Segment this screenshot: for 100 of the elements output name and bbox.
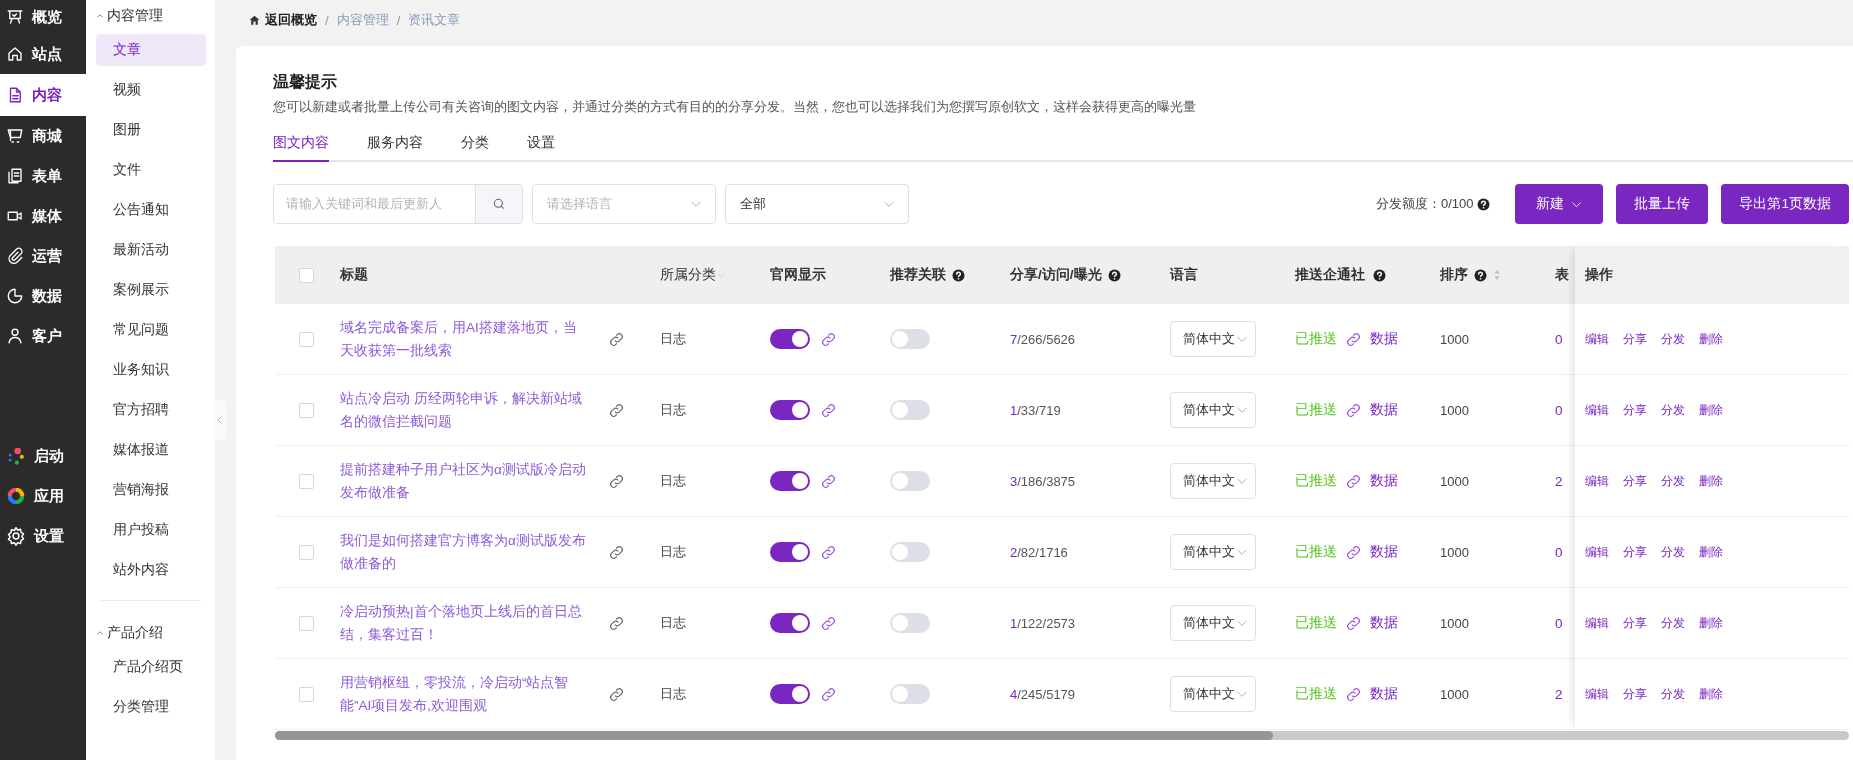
toggle-switch[interactable] <box>770 613 810 633</box>
menu-item[interactable]: 产品介绍页 <box>96 651 206 683</box>
form-count-link[interactable]: 0 <box>1555 615 1563 631</box>
nav-item[interactable]: 运营 <box>0 236 86 276</box>
action-link[interactable]: 分发 <box>1661 614 1685 632</box>
nav-item[interactable]: 表单 <box>0 156 86 196</box>
link-icon[interactable] <box>608 614 625 632</box>
checkbox[interactable] <box>299 402 314 418</box>
action-link[interactable]: 分享 <box>1623 330 1647 348</box>
link-icon[interactable] <box>820 472 837 490</box>
link-icon[interactable] <box>1345 472 1362 490</box>
link-icon[interactable] <box>1345 401 1362 419</box>
checkbox[interactable] <box>299 473 314 489</box>
article-link[interactable]: 站点冷启动 历经两轮申诉，解决新站域名的微信拦截问题 <box>340 387 588 433</box>
menu-item[interactable]: 用户投稿 <box>96 514 206 546</box>
action-link[interactable]: 编辑 <box>1585 543 1609 561</box>
action-link[interactable]: 编辑 <box>1585 401 1609 419</box>
link-icon[interactable] <box>1345 543 1362 561</box>
nav-item[interactable]: 启动 <box>0 436 86 476</box>
link-icon[interactable] <box>608 472 625 490</box>
select-field[interactable]: 简体中文 <box>1170 321 1256 357</box>
menu-item[interactable]: 媒体报道 <box>96 434 206 466</box>
search-field[interactable]: 请输入关键词和最后更新人 <box>273 184 523 224</box>
form-count-link[interactable]: 2 <box>1555 473 1563 489</box>
action-link[interactable]: 删除 <box>1699 614 1723 632</box>
select-field[interactable]: 简体中文 <box>1170 676 1256 712</box>
action-link[interactable]: 分享 <box>1623 614 1647 632</box>
action-link[interactable]: 编辑 <box>1585 685 1609 703</box>
link-icon[interactable] <box>608 401 625 419</box>
nav-item[interactable]: 数据 <box>0 276 86 316</box>
data-link[interactable]: 数据 <box>1370 543 1398 561</box>
link-icon[interactable] <box>820 330 837 348</box>
action-link[interactable]: 分发 <box>1661 472 1685 490</box>
tab[interactable]: 服务内容 <box>367 125 423 162</box>
menu-item[interactable]: 视频 <box>96 74 206 106</box>
action-link[interactable]: 删除 <box>1699 472 1723 490</box>
menu-item[interactable]: 常见问题 <box>96 314 206 346</box>
select-field[interactable]: 全部 <box>725 184 909 224</box>
link-icon[interactable] <box>820 685 837 703</box>
home-icon[interactable] <box>248 13 261 27</box>
action-link[interactable]: 编辑 <box>1585 614 1609 632</box>
article-link[interactable]: 用营销枢纽，零投流，冷启动“站点智能”AI项目发布,欢迎围观 <box>340 671 588 717</box>
article-link[interactable]: 域名完成备案后，用AI搭建落地页，当天收获第一批线索 <box>340 316 588 362</box>
form-count-link[interactable]: 0 <box>1555 544 1563 560</box>
tab[interactable]: 设置 <box>527 125 555 162</box>
nav-item[interactable]: 应用 <box>0 476 86 516</box>
menu-item[interactable]: 官方招聘 <box>96 394 206 426</box>
toggle-switch[interactable] <box>890 684 930 704</box>
tab[interactable]: 分类 <box>461 125 489 162</box>
toggle-switch[interactable] <box>890 542 930 562</box>
menu-item[interactable]: 案例展示 <box>96 274 206 306</box>
select-field[interactable]: 简体中文 <box>1170 534 1256 570</box>
select-field[interactable]: 简体中文 <box>1170 392 1256 428</box>
checkbox[interactable] <box>299 331 314 347</box>
link-icon[interactable] <box>1345 330 1362 348</box>
checkbox[interactable] <box>299 615 314 631</box>
toggle-switch[interactable] <box>770 471 810 491</box>
nav-item[interactable]: 媒体 <box>0 196 86 236</box>
action-link[interactable]: 分发 <box>1661 543 1685 561</box>
collapse-handle[interactable] <box>213 400 226 440</box>
horizontal-scrollbar[interactable] <box>275 731 1849 740</box>
action-link[interactable]: 删除 <box>1699 543 1723 561</box>
data-link[interactable]: 数据 <box>1370 472 1398 490</box>
data-link[interactable]: 数据 <box>1370 330 1398 348</box>
section-header[interactable]: 内容管理 <box>95 0 205 32</box>
link-icon[interactable] <box>608 330 625 348</box>
nav-item[interactable]: 商城 <box>0 116 86 156</box>
link-icon[interactable] <box>820 401 837 419</box>
form-count-link[interactable]: 0 <box>1555 331 1563 347</box>
breadcrumb-link[interactable]: 返回概览 <box>265 11 317 29</box>
select-field[interactable]: 简体中文 <box>1170 605 1256 641</box>
link-icon[interactable] <box>608 685 625 703</box>
toggle-switch[interactable] <box>770 542 810 562</box>
action-link[interactable]: 分享 <box>1623 401 1647 419</box>
menu-item[interactable]: 业务知识 <box>96 354 206 386</box>
toggle-switch[interactable] <box>890 329 930 349</box>
nav-item[interactable]: 站点 <box>0 34 86 74</box>
link-icon[interactable] <box>820 543 837 561</box>
toggle-switch[interactable] <box>890 400 930 420</box>
action-link[interactable]: 删除 <box>1699 330 1723 348</box>
action-link[interactable]: 删除 <box>1699 401 1723 419</box>
nav-item[interactable]: 内容 <box>0 74 86 116</box>
menu-item[interactable]: 文件 <box>96 154 206 186</box>
data-link[interactable]: 数据 <box>1370 614 1398 632</box>
toggle-switch[interactable] <box>770 400 810 420</box>
link-icon[interactable] <box>1345 685 1362 703</box>
action-link[interactable]: 分享 <box>1623 685 1647 703</box>
action-button[interactable]: 导出第1页数据 <box>1721 184 1849 224</box>
action-link[interactable]: 删除 <box>1699 685 1723 703</box>
action-link[interactable]: 分享 <box>1623 472 1647 490</box>
nav-item[interactable]: 概览 <box>0 0 86 34</box>
action-link[interactable]: 分发 <box>1661 685 1685 703</box>
article-link[interactable]: 提前搭建种子用户社区为α测试版冷启动发布做准备 <box>340 458 588 504</box>
data-link[interactable]: 数据 <box>1370 685 1398 703</box>
nav-item[interactable]: 客户 <box>0 316 86 356</box>
menu-item[interactable]: 文章 <box>96 34 206 66</box>
menu-item[interactable]: 营销海报 <box>96 474 206 506</box>
toggle-switch[interactable] <box>890 613 930 633</box>
section-header[interactable]: 产品介绍 <box>95 617 205 649</box>
link-icon[interactable] <box>820 614 837 632</box>
